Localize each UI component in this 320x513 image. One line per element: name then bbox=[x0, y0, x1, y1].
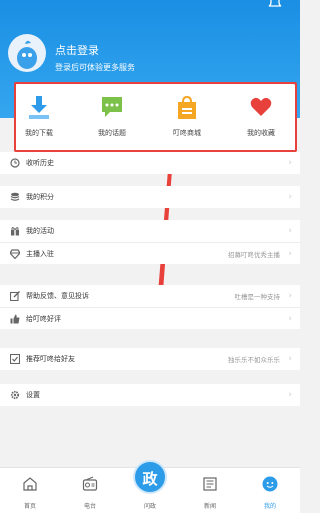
nav-label: 新闻 bbox=[203, 503, 216, 510]
menu-item-settings[interactable]: 设置 › bbox=[0, 384, 300, 406]
my-favorites-label: 我的收藏 bbox=[247, 129, 275, 137]
download-icon bbox=[29, 96, 49, 119]
menu-item-feedback[interactable]: 帮助反馈、意见投诉 吐槽是一种支持 › bbox=[0, 285, 300, 307]
menu-item-label: 帮助反馈、意见投诉 bbox=[26, 292, 89, 300]
chevron-right-icon: › bbox=[288, 226, 292, 236]
gear-icon bbox=[10, 390, 20, 400]
menu-item-label: 收听历史 bbox=[26, 159, 54, 167]
menu-item-my-points[interactable]: 我的积分 › bbox=[0, 186, 300, 208]
home-icon bbox=[23, 477, 37, 491]
chevron-right-icon: › bbox=[288, 192, 292, 202]
heart-icon bbox=[250, 97, 272, 116]
nav-label: 我的 bbox=[263, 503, 276, 510]
nav-profile[interactable]: 我的 bbox=[240, 468, 300, 513]
radio-icon bbox=[82, 476, 98, 491]
news-icon bbox=[203, 477, 217, 491]
menu-group-activities: 我的活动 › 主播入驻 招募叮咚优秀主播 › bbox=[0, 220, 300, 264]
menu-item-host-signup[interactable]: 主播入驻 招募叮咚优秀主播 › bbox=[0, 242, 300, 264]
ask-center-button[interactable]: 政 bbox=[133, 460, 167, 494]
diamond-icon bbox=[10, 249, 20, 259]
nav-radio[interactable]: 电台 bbox=[60, 468, 120, 513]
thumbs-up-icon bbox=[10, 314, 20, 324]
chevron-right-icon: › bbox=[288, 249, 292, 259]
menu-group-feedback: 帮助反馈、意见投诉 吐槽是一种支持 › 给叮咚好评 › bbox=[0, 285, 300, 329]
my-downloads-label: 我的下载 bbox=[25, 129, 53, 137]
my-topics-label: 我的话题 bbox=[98, 129, 126, 137]
login-title[interactable]: 点击登录 bbox=[55, 42, 99, 58]
chevron-right-icon: › bbox=[288, 291, 292, 301]
menu-item-label: 我的活动 bbox=[26, 227, 54, 235]
menu-item-label: 给叮咚好评 bbox=[26, 315, 61, 323]
chat-bubble-icon bbox=[102, 97, 122, 117]
chevron-right-icon: › bbox=[288, 158, 292, 168]
bell-icon[interactable] bbox=[268, 0, 282, 8]
menu-group-points: 我的积分 › bbox=[0, 186, 300, 208]
dingdong-mall-label: 叮咚商城 bbox=[173, 129, 201, 137]
menu-item-label: 设置 bbox=[26, 391, 40, 399]
dingdong-mall-button[interactable]: 叮咚商城 bbox=[152, 84, 222, 150]
avatar-bird-icon bbox=[17, 40, 37, 69]
menu-item-label: 推荐叮咚给好友 bbox=[26, 355, 75, 363]
ask-icon: 政 bbox=[142, 470, 158, 488]
menu-item-recommend[interactable]: 推荐叮咚给好友 独乐乐不如众乐乐 › bbox=[0, 348, 300, 370]
menu-item-hint: 吐槽是一种支持 bbox=[234, 293, 281, 301]
menu-group-history: 收听历史 › bbox=[0, 152, 300, 174]
nav-news[interactable]: 新闻 bbox=[180, 468, 240, 513]
chevron-right-icon: › bbox=[288, 390, 292, 400]
menu-item-hint: 独乐乐不如众乐乐 bbox=[228, 356, 280, 364]
menu-item-listening-history[interactable]: 收听历史 › bbox=[0, 152, 300, 174]
my-favorites-button[interactable]: 我的收藏 bbox=[226, 84, 296, 150]
menu-item-label: 主播入驻 bbox=[26, 250, 54, 258]
menu-item-rate-app[interactable]: 给叮咚好评 › bbox=[0, 307, 300, 329]
login-subtitle: 登录后可体验更多服务 bbox=[55, 63, 135, 72]
avatar[interactable] bbox=[8, 34, 46, 72]
clock-icon bbox=[10, 158, 20, 168]
profile-icon bbox=[262, 476, 278, 492]
share-icon bbox=[10, 354, 20, 364]
shopping-bag-icon bbox=[178, 96, 196, 119]
my-topics-button[interactable]: 我的话题 bbox=[77, 84, 147, 150]
menu-item-my-activities[interactable]: 我的活动 › bbox=[0, 220, 300, 242]
menu-item-hint: 招募叮咚优秀主播 bbox=[228, 251, 280, 259]
nav-label: 问政 bbox=[143, 503, 156, 510]
chevron-right-icon: › bbox=[288, 354, 292, 364]
menu-group-settings: 设置 › bbox=[0, 384, 300, 406]
edit-icon bbox=[10, 291, 20, 301]
nav-label: 电台 bbox=[83, 503, 96, 510]
my-downloads-button[interactable]: 我的下载 bbox=[4, 84, 74, 150]
chevron-right-icon: › bbox=[288, 314, 292, 324]
nav-home[interactable]: 首页 bbox=[0, 468, 60, 513]
quick-actions-card: 我的下载 我的话题 叮咚商城 我的收藏 bbox=[14, 84, 296, 150]
nav-label: 首页 bbox=[23, 503, 36, 510]
coins-icon bbox=[10, 192, 20, 201]
menu-item-label: 我的积分 bbox=[26, 193, 54, 201]
menu-group-share: 推荐叮咚给好友 独乐乐不如众乐乐 › bbox=[0, 348, 300, 370]
gift-icon bbox=[11, 227, 19, 236]
